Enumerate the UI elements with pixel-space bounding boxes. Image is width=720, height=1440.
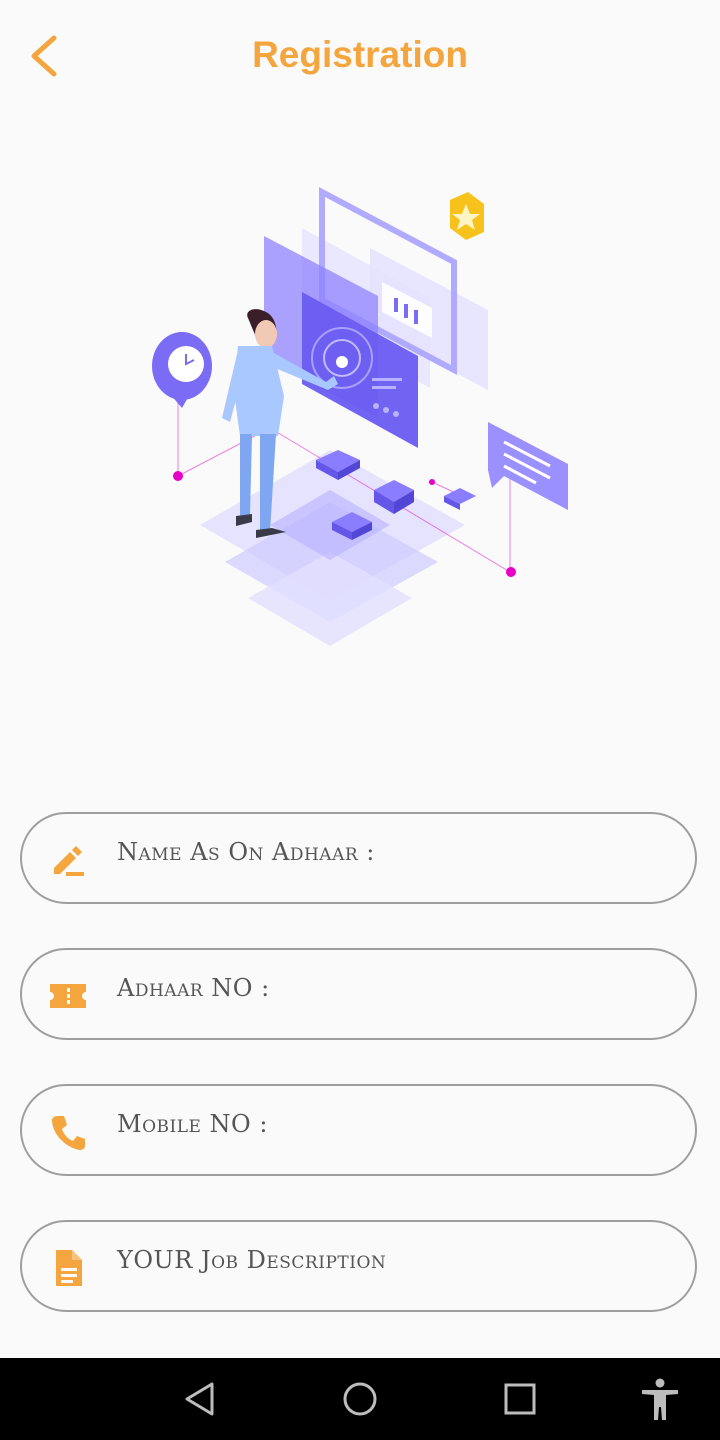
app-bar: Registration — [0, 0, 720, 112]
back-triangle-icon — [185, 1382, 214, 1416]
job-description-label: YOUR Job Description — [117, 1246, 387, 1274]
adhaar-number-label: Adhaar NO : — [117, 974, 270, 1002]
nav-back-button[interactable] — [177, 1376, 223, 1422]
edit-icon — [54, 846, 84, 876]
phone-icon — [52, 1116, 85, 1150]
mobile-number-field[interactable]: Mobile NO : — [20, 1084, 697, 1176]
adhaar-number-field[interactable]: Adhaar NO : — [20, 948, 697, 1040]
id-card-icon — [50, 984, 86, 1008]
nav-accessibility-button[interactable] — [637, 1376, 683, 1422]
registration-illustration — [152, 187, 568, 646]
system-nav-bar — [0, 1358, 720, 1440]
name-field-label: Name As On Adhaar : — [117, 838, 375, 866]
nav-recents-button[interactable] — [497, 1376, 543, 1422]
job-description-field[interactable]: YOUR Job Description — [20, 1220, 697, 1312]
mobile-number-label: Mobile NO : — [117, 1110, 268, 1138]
recents-square-icon — [504, 1383, 536, 1415]
name-field[interactable]: Name As On Adhaar : — [20, 812, 697, 904]
nav-home-button[interactable] — [337, 1376, 383, 1422]
page-title: Registration — [252, 34, 468, 75]
accessibility-icon — [642, 1378, 678, 1420]
home-circle-icon — [343, 1382, 377, 1416]
document-icon — [56, 1250, 82, 1286]
